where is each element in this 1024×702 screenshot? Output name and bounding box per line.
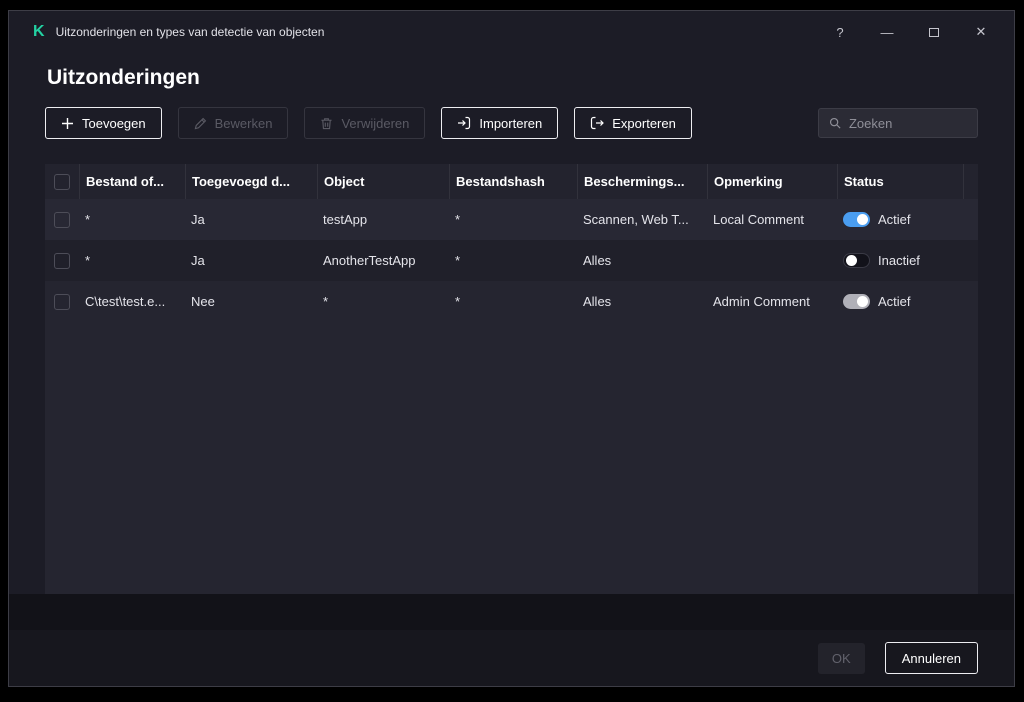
edit-button[interactable]: Bewerken	[178, 107, 289, 139]
row-checkbox[interactable]	[54, 253, 70, 269]
search-input[interactable]	[849, 116, 967, 131]
edit-button-label: Bewerken	[215, 116, 273, 131]
help-button[interactable]: ?	[833, 25, 847, 40]
cell-bestandshash: *	[449, 253, 577, 268]
cell-status: Actief	[837, 212, 963, 227]
exclusions-table: Bestand of... Toegevoegd d... Object Bes…	[45, 164, 978, 594]
main-content: Uitzonderingen Toevoegen Bewerken Verwij…	[9, 53, 1014, 594]
minimize-button[interactable]: —	[880, 25, 894, 40]
window-controls: ? — ✕	[833, 24, 988, 40]
add-button[interactable]: Toevoegen	[45, 107, 162, 139]
col-header-bestandshash[interactable]: Bestandshash	[449, 164, 577, 199]
pencil-icon	[194, 117, 207, 130]
window-title: Uitzonderingen en types van detectie van…	[56, 25, 325, 39]
col-header-object[interactable]: Object	[317, 164, 449, 199]
table-empty-area	[45, 322, 978, 594]
maximize-button[interactable]	[927, 28, 941, 37]
add-button-label: Toevoegen	[82, 116, 146, 131]
plus-icon	[61, 117, 74, 130]
cell-toegevoegd: Nee	[185, 294, 317, 309]
cell-object: testApp	[317, 212, 449, 227]
cell-bestand: *	[79, 253, 185, 268]
trash-icon	[320, 117, 333, 130]
search-icon	[829, 116, 841, 130]
col-header-toegevoegd[interactable]: Toegevoegd d...	[185, 164, 317, 199]
status-toggle[interactable]	[843, 212, 870, 227]
cancel-button[interactable]: Annuleren	[885, 642, 978, 674]
import-button[interactable]: Importeren	[441, 107, 558, 139]
col-header-spacer	[963, 164, 978, 199]
row-checkbox[interactable]	[54, 212, 70, 228]
status-label: Actief	[878, 294, 911, 309]
cell-bescherming: Alles	[577, 253, 707, 268]
col-header-bescherming[interactable]: Beschermings...	[577, 164, 707, 199]
status-label: Inactief	[878, 253, 920, 268]
select-all-checkbox[interactable]	[54, 174, 70, 190]
export-icon	[590, 116, 604, 130]
cell-opmerking: Admin Comment	[707, 294, 837, 309]
col-header-status[interactable]: Status	[837, 164, 963, 199]
dialog-window: K Uitzonderingen en types van detectie v…	[8, 10, 1015, 687]
page-title: Uitzonderingen	[47, 66, 1014, 90]
export-button-label: Exporteren	[612, 116, 676, 131]
lower-strip	[9, 594, 1014, 630]
cell-status: Inactief	[837, 253, 963, 268]
table-row[interactable]: * Ja AnotherTestApp * Alles Inactief	[45, 240, 978, 281]
search-box	[818, 108, 978, 138]
import-icon	[457, 116, 471, 130]
col-header-bestand[interactable]: Bestand of...	[79, 164, 185, 199]
delete-button-label: Verwijderen	[341, 116, 409, 131]
delete-button[interactable]: Verwijderen	[304, 107, 425, 139]
title-bar: K Uitzonderingen en types van detectie v…	[9, 11, 1014, 53]
cell-bestandshash: *	[449, 212, 577, 227]
footer-bar: OK Annuleren	[9, 630, 1014, 686]
toolbar: Toevoegen Bewerken Verwijderen Importere…	[45, 107, 978, 139]
col-header-opmerking[interactable]: Opmerking	[707, 164, 837, 199]
cell-status: Actief	[837, 294, 963, 309]
cell-bestandshash: *	[449, 294, 577, 309]
status-label: Actief	[878, 212, 911, 227]
cell-bestand: *	[79, 212, 185, 227]
cell-toegevoegd: Ja	[185, 212, 317, 227]
ok-button[interactable]: OK	[818, 643, 865, 674]
cell-toegevoegd: Ja	[185, 253, 317, 268]
table-header-row: Bestand of... Toegevoegd d... Object Bes…	[45, 164, 978, 199]
kaspersky-logo-icon: K	[33, 24, 45, 40]
cell-object: AnotherTestApp	[317, 253, 449, 268]
status-toggle[interactable]	[843, 253, 870, 268]
export-button[interactable]: Exporteren	[574, 107, 692, 139]
table-row[interactable]: C\test\test.e... Nee * * Alles Admin Com…	[45, 281, 978, 322]
row-checkbox[interactable]	[54, 294, 70, 310]
table-row[interactable]: * Ja testApp * Scannen, Web T... Local C…	[45, 199, 978, 240]
import-button-label: Importeren	[479, 116, 542, 131]
maximize-icon	[929, 28, 939, 37]
status-toggle[interactable]	[843, 294, 870, 309]
cell-bescherming: Scannen, Web T...	[577, 212, 707, 227]
cell-opmerking: Local Comment	[707, 212, 837, 227]
cell-bescherming: Alles	[577, 294, 707, 309]
close-button[interactable]: ✕	[974, 24, 988, 40]
cell-object: *	[317, 294, 449, 309]
cell-bestand: C\test\test.e...	[79, 294, 185, 309]
